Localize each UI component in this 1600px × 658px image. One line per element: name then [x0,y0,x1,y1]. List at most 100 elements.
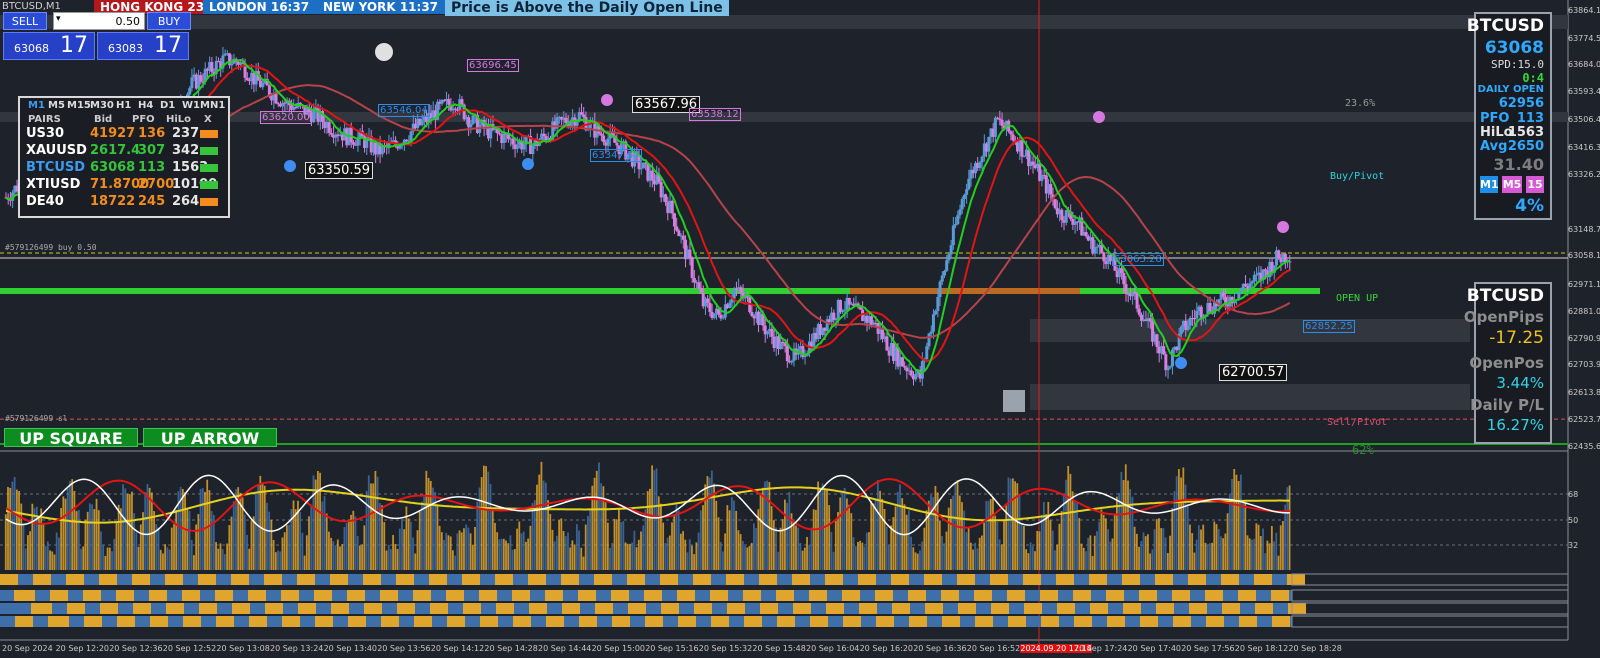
volume-bar [1036,530,1039,570]
pair-row[interactable]: XAUUSD 2617.4 307 342 [26,143,226,159]
up-arrow-button[interactable]: UP ARROW [143,428,277,448]
pair-symbol[interactable]: XTIUSD [26,177,80,193]
tab-m15[interactable]: M15 [67,100,91,111]
volume-bar [456,533,459,570]
pair-pfo: 136 [138,126,166,141]
volume-bar [708,477,711,570]
heat-cell [248,590,266,601]
pair-row[interactable]: XTIUSD 71.8700 2700 10100 [26,177,226,193]
volume-bar [184,492,186,570]
volume-bar [872,503,875,570]
volume-bar [1116,496,1118,570]
volume-bar [66,488,69,570]
tab-d1[interactable]: D1 [160,100,175,111]
candle [1011,134,1015,141]
pair-row[interactable]: DE40 18722 245 264 [26,194,226,210]
volume-bar [168,549,171,570]
candle [1053,199,1057,209]
heat-cell [777,616,795,627]
heat-cell [594,574,612,585]
tf-button-m1[interactable]: M1 [1480,176,1499,193]
volume-bar [772,520,775,570]
volume-bar [1191,533,1194,570]
tab-m5[interactable]: M5 [48,100,65,111]
lot-spinner-icon[interactable]: ▾ [56,14,61,24]
heat-cell [216,616,234,627]
volume-bar [870,501,873,570]
volume-bar [728,510,731,570]
volume-bar [994,515,997,570]
candle [967,178,971,190]
volume-bar [848,504,850,570]
volume-bar [166,547,169,570]
volume-bar [387,544,390,570]
heat-cell [694,603,712,614]
heat-cell [463,603,481,614]
heat-cell [380,590,398,601]
volume-bar [600,483,603,570]
volume-bar [1166,553,1169,570]
pair-symbol[interactable]: US30 [26,126,64,142]
pair-symbol[interactable]: BTCUSD [26,160,85,176]
buy-price-button[interactable]: 63083 17 [97,32,189,60]
tab-h1[interactable]: H1 [116,100,131,111]
tab-m30[interactable]: M30 [90,100,114,111]
tab-m1[interactable]: M1 [28,100,45,111]
volume-bar [635,547,638,570]
price-axis-tick: 62435.6 [1568,442,1600,451]
pair-signal-swatch[interactable] [200,181,218,189]
lot-size-input[interactable]: ▾ 0.50 [53,12,145,30]
volume-bar [1096,531,1098,570]
buy-button[interactable]: BUY [147,12,191,30]
volume-bar [527,538,530,570]
heat-band-border [1291,615,1569,628]
tab-w1[interactable]: W1 [182,100,200,111]
volume-bar [354,516,357,570]
volume-bar [144,492,147,570]
volume-bar [812,509,815,570]
pair-symbol[interactable]: DE40 [26,194,64,210]
pair-hilo: 237 [172,126,200,141]
pair-signal-swatch[interactable] [200,147,218,155]
heat-cell [1155,574,1173,585]
pair-symbol[interactable]: XAUUSD [26,143,87,159]
heat-cell [990,574,1008,585]
time-axis-tick: 20 Sep 14:28 [484,644,538,653]
heat-cell [314,590,332,601]
sell-button[interactable]: SELL [3,12,47,30]
heat-cell [1221,574,1239,585]
up-square-button[interactable]: UP SQUARE [4,428,138,448]
heat-cell [231,574,249,585]
heat-cell [249,616,267,627]
tf-button-15[interactable]: 15 [1526,176,1544,193]
volume-bar [786,502,789,570]
volume-bar [1195,539,1198,570]
pair-signal-swatch[interactable] [200,164,218,172]
volume-bar [1060,511,1063,570]
volume-bar [584,524,587,570]
volume-bar [914,552,917,570]
tf-button-m5[interactable]: M5 [1502,176,1522,193]
volume-bar [841,491,844,570]
volume-bar [230,516,233,570]
volume-bar [1098,521,1101,570]
pair-signal-swatch[interactable] [200,198,218,206]
pair-row[interactable]: BTCUSD 63068 113 1563 [26,160,226,176]
heat-cell [578,590,596,601]
candle [1124,284,1128,294]
volume-bar [868,532,870,570]
tab-h4[interactable]: H4 [138,100,153,111]
tab-mn1[interactable]: MN1 [200,100,225,111]
volume-bar [1226,513,1229,570]
heat-cell [792,574,810,585]
volume-bar [228,525,231,570]
heat-cell [529,603,547,614]
pair-row[interactable]: US30 41927 136 237 [26,126,226,142]
sell-price-button[interactable]: 63068 17 [3,32,95,60]
pair-signal-swatch[interactable] [200,130,218,138]
candle [1186,325,1190,331]
volume-bar [1011,478,1014,570]
volume-bar [137,546,140,570]
volume-bar [11,481,14,570]
heat-cell [1173,616,1191,627]
